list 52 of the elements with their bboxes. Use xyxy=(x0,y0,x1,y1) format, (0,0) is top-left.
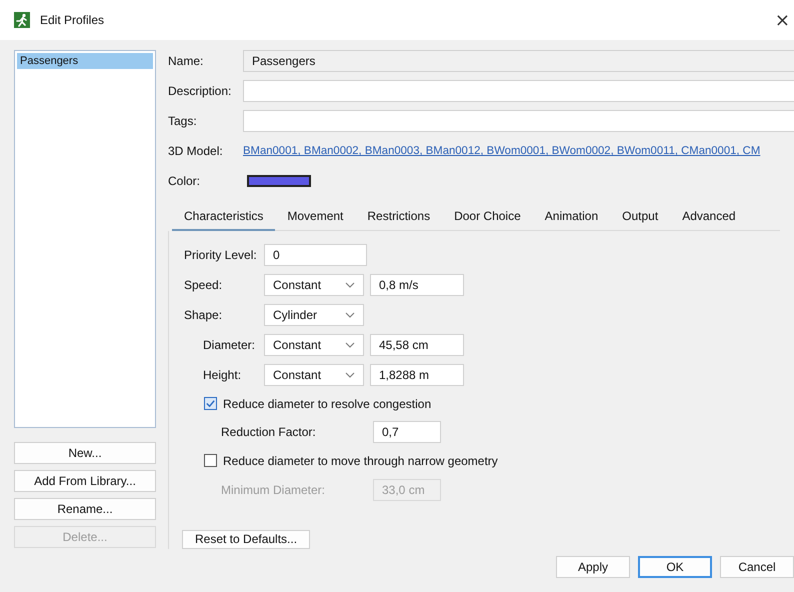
chevron-icon xyxy=(345,312,355,318)
tab[interactable]: Characteristics xyxy=(172,204,276,231)
tags-field[interactable] xyxy=(243,110,794,132)
dialog-button[interactable]: Cancel xyxy=(720,556,794,578)
dropdown[interactable]: Constant xyxy=(264,274,364,296)
close-button[interactable]: × xyxy=(774,10,790,30)
field-label: Speed: xyxy=(184,278,224,292)
field-label: Name: xyxy=(168,54,204,68)
list-button[interactable]: New... xyxy=(14,442,156,464)
checkbox[interactable] xyxy=(204,397,217,410)
reset-button[interactable]: Reset to Defaults... xyxy=(182,530,310,549)
tab[interactable]: Advanced xyxy=(670,204,748,230)
running-figure-icon xyxy=(14,12,30,28)
checkbox-label: Reduce diameter to resolve congestion xyxy=(223,396,432,411)
chevron-icon xyxy=(345,342,355,348)
list-button[interactable]: Rename... xyxy=(14,498,156,520)
dropdown[interactable]: Constant xyxy=(264,334,364,356)
field-label: Tags: xyxy=(168,114,198,128)
field-label: 3D Model: xyxy=(168,144,224,158)
field-label: Height: xyxy=(203,368,242,382)
field-label: Description: xyxy=(168,84,232,98)
field-label: Color: xyxy=(168,174,202,188)
tab[interactable]: Animation xyxy=(532,204,610,230)
dialog-button[interactable]: Apply xyxy=(556,556,630,578)
field-label: Diameter: xyxy=(203,338,256,352)
name-field[interactable]: Passengers xyxy=(243,50,794,72)
tab[interactable]: Output xyxy=(610,204,670,230)
chevron-icon xyxy=(345,372,355,378)
list-button[interactable]: Add From Library... xyxy=(14,470,156,492)
field-label: Priority Level: xyxy=(184,248,258,262)
dialog-button[interactable]: OK xyxy=(638,556,712,578)
dropdown[interactable]: Constant xyxy=(264,364,364,386)
tab[interactable]: Door Choice xyxy=(442,204,533,230)
field-label: Shape: xyxy=(184,308,224,322)
window-title: Edit Profiles xyxy=(40,13,106,27)
model-link[interactable]: BMan0001, BMan0002, BMan0003, BMan0012, BWom0001, BWom0002, BWom0011, CMan0001, CM xyxy=(243,140,794,162)
tab[interactable]: Movement xyxy=(275,204,356,230)
input-field[interactable]: 0,7 xyxy=(373,421,441,444)
checkbox-label: Reduce diameter to move through narrow geometry xyxy=(223,454,498,468)
color-swatch[interactable] xyxy=(247,175,311,187)
input-field[interactable]: 45,58 cm xyxy=(370,334,464,356)
input-field[interactable]: 0 xyxy=(264,244,367,266)
profile-item[interactable]: Passengers xyxy=(17,53,153,69)
input-field[interactable]: 1,8288 m xyxy=(370,364,464,386)
checkbox[interactable] xyxy=(204,454,217,468)
field-label: Reduction Factor: xyxy=(221,425,317,440)
description-field[interactable] xyxy=(243,80,794,102)
input-field[interactable]: 0,8 m/s xyxy=(370,274,464,296)
chevron-icon xyxy=(345,282,355,288)
field-label: Minimum Diameter: xyxy=(221,482,326,496)
dropdown[interactable]: Cylinder xyxy=(264,304,364,326)
tab[interactable]: Restrictions xyxy=(355,204,442,230)
